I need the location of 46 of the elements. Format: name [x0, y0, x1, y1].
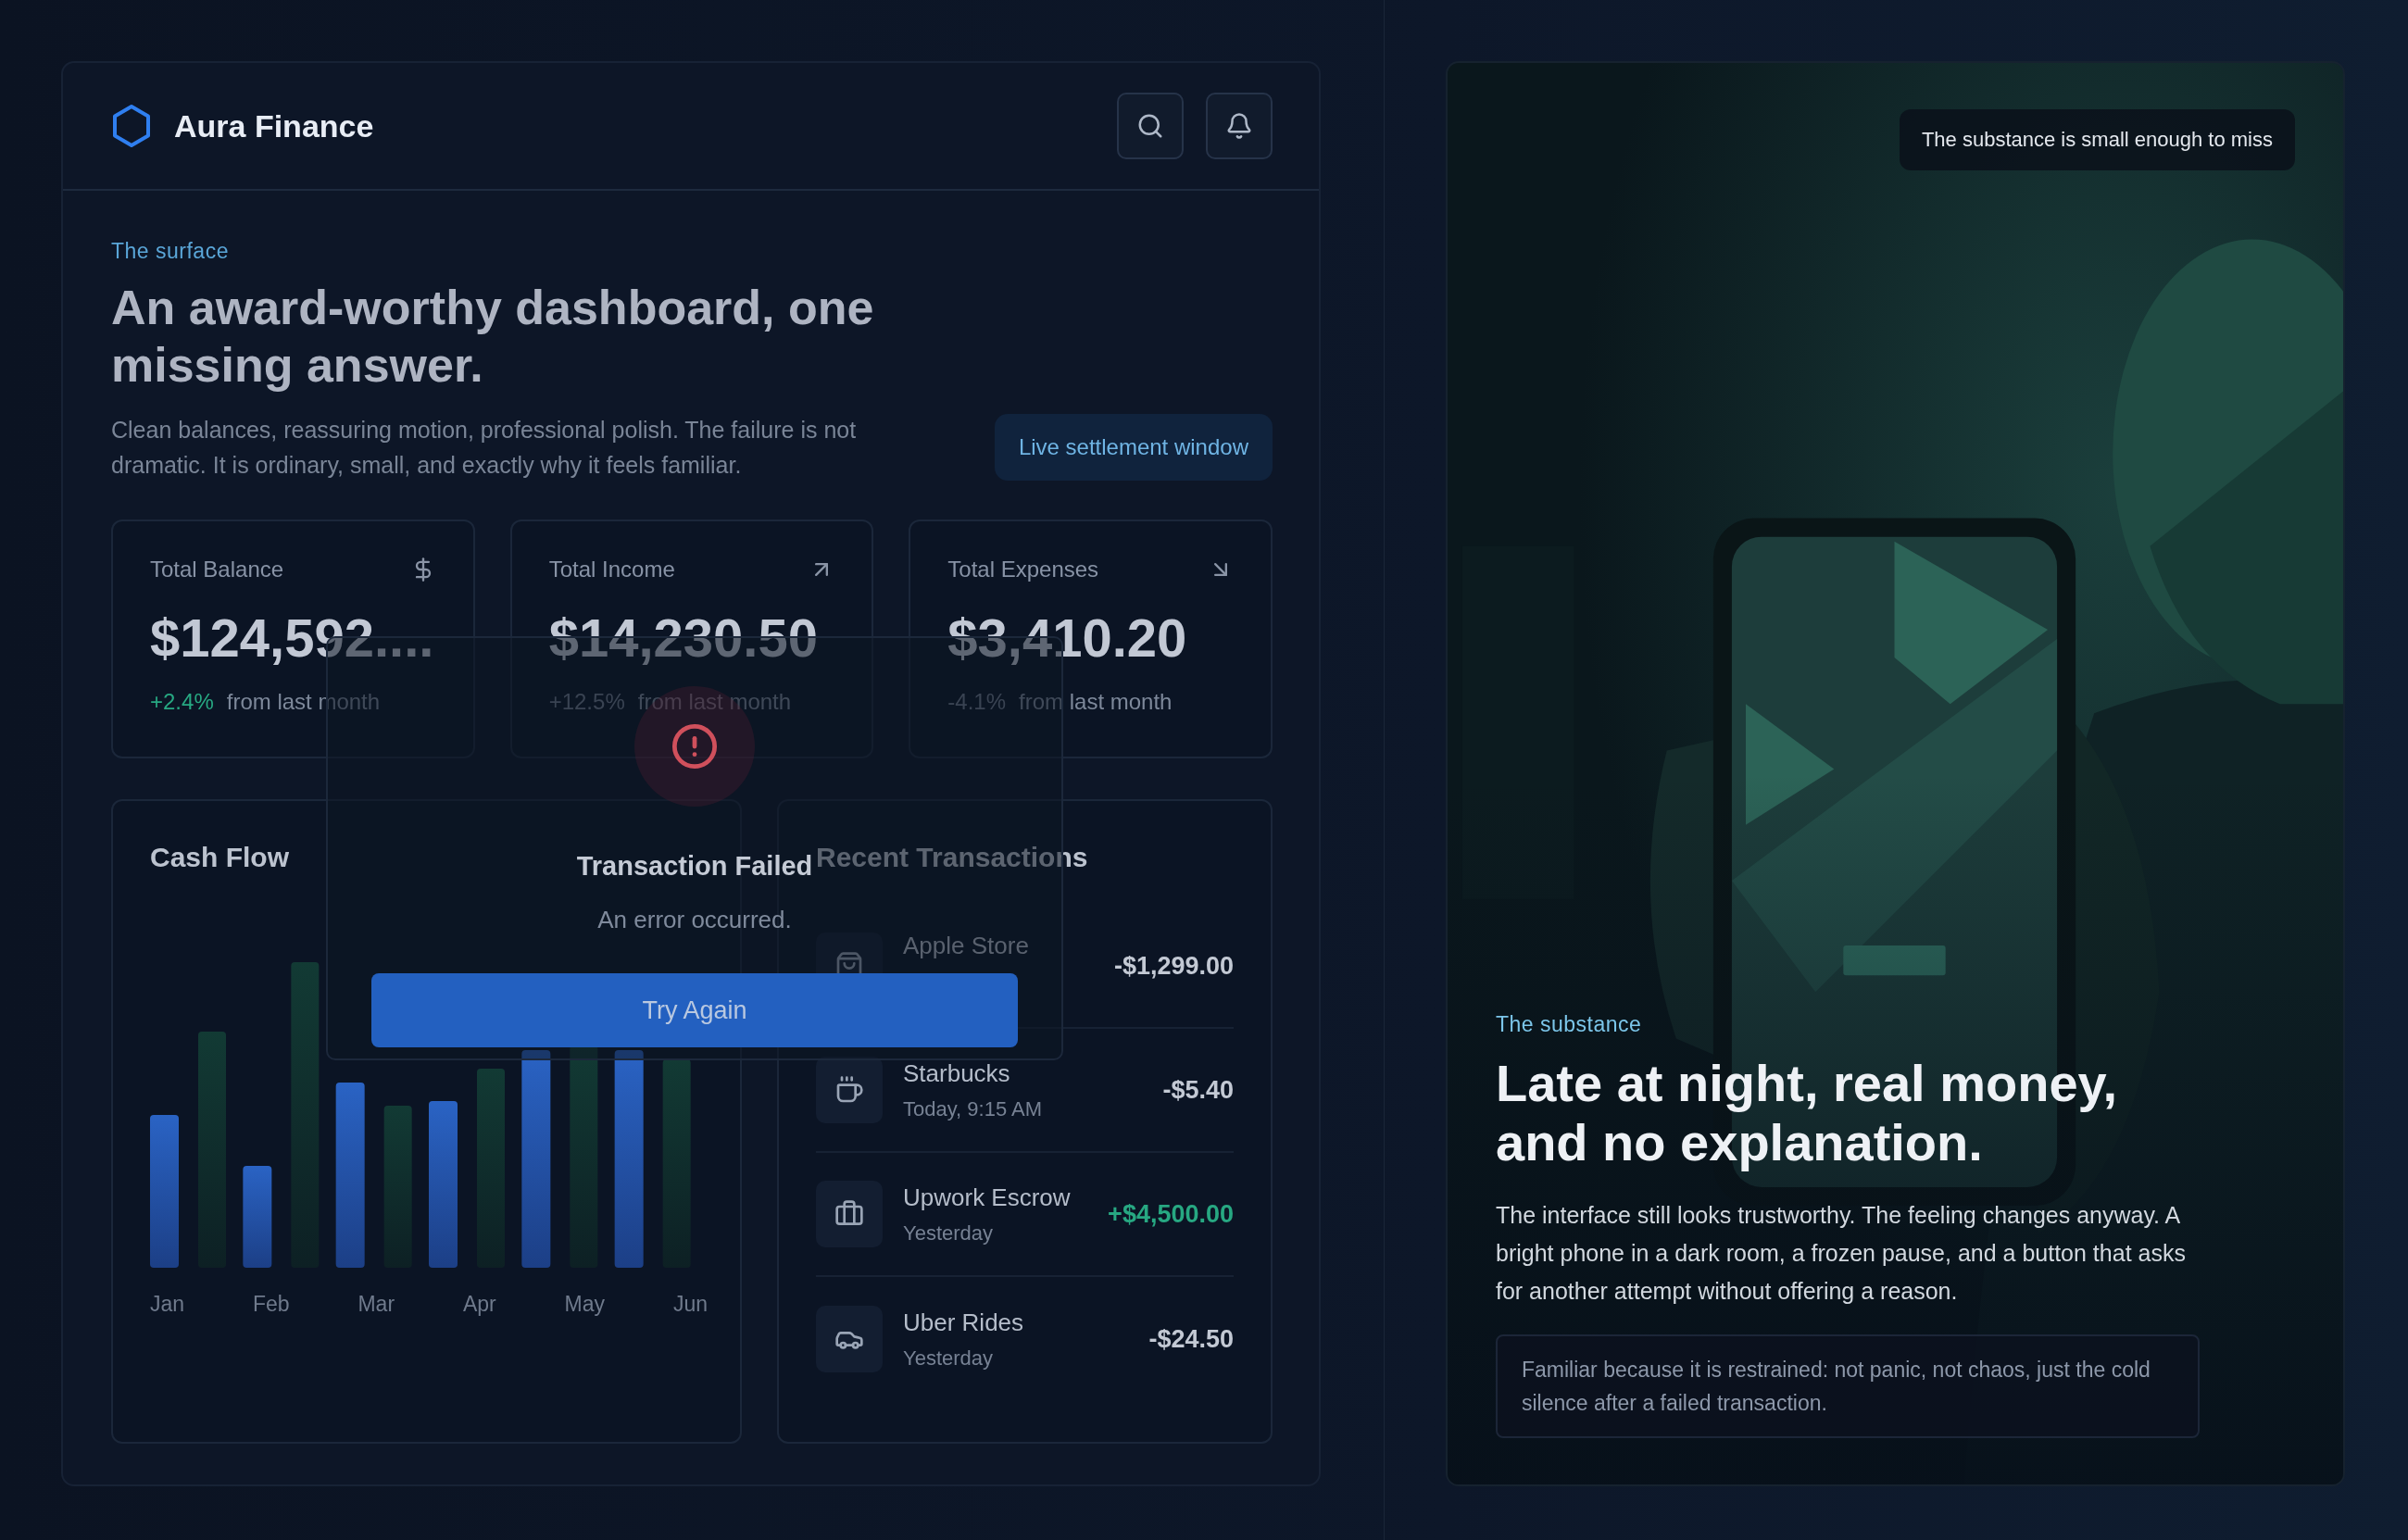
month-label: Feb: [252, 1292, 290, 1317]
transaction-time: Yesterday: [903, 1221, 994, 1246]
stat-label: Total Expenses: [947, 557, 1099, 582]
section-heading: An award-worthy dashboard, one missing answer.: [111, 280, 875, 394]
dialog-title: Transaction Failed: [576, 851, 813, 882]
card-title: Recent Transactions: [816, 842, 1088, 873]
month-label: May: [564, 1292, 606, 1317]
story-heading: Late at night, real money, and no explanation.: [1496, 1054, 2119, 1172]
month-label: Apr: [462, 1292, 496, 1317]
stat-value: $14,230.50: [548, 607, 819, 669]
coffee-cup-icon: [834, 1075, 864, 1105]
transaction-amount: -$5.40: [1162, 1075, 1234, 1105]
month-label: Mar: [357, 1292, 395, 1317]
month-label: Jun: [672, 1292, 708, 1317]
search-icon: [1136, 112, 1164, 140]
search-button[interactable]: [1117, 93, 1184, 159]
transaction-name: Apple Store: [903, 931, 1029, 960]
story-quote: Familiar because it is restrained: not panic, not chaos, just the cold silence after a failed transaction.: [1496, 1334, 2200, 1438]
stat-label: Total Balance: [150, 557, 284, 582]
story-description: The interface still looks trustworthy. The feeling changes anyway. A bright phone in a dark room, a frozen pause, and a button that asks for another attempt without offering a reason.: [1496, 1201, 2187, 1306]
hexagon-logo-icon: [111, 104, 152, 148]
bell-icon: [1225, 112, 1253, 140]
transaction-amount: +$4,500.00: [1108, 1199, 1234, 1229]
stat-value: $124,592....: [150, 607, 435, 669]
card-title: Cash Flow: [150, 842, 289, 873]
transaction-amount: -$1,299.00: [1113, 951, 1234, 981]
transaction-name: Uber Rides: [903, 1308, 1024, 1337]
transaction-name: Starbucks: [903, 1058, 1010, 1088]
brand-name: Aura Finance: [174, 107, 375, 144]
stat-note: from last month: [226, 689, 381, 715]
transaction-time: Today, 9:15 AM: [903, 1096, 1042, 1121]
stat-change: +2.4%: [150, 689, 214, 715]
section-eyebrow: The substance: [1496, 1012, 1642, 1037]
section-description: Clean balances, reassuring motion, professional polish. The failure is not dramatic. It is ordinary, small, and exactly why it feels familiar.: [111, 416, 858, 480]
transaction-name: Upwork Escrow: [903, 1183, 1071, 1212]
caption-tag: The substance is small enough to miss: [1899, 109, 2295, 170]
section-eyebrow: The surface: [111, 239, 229, 264]
transaction-amount: -$24.50: [1148, 1324, 1234, 1354]
stat-label: Total Income: [548, 557, 675, 582]
month-label: Jan: [150, 1292, 185, 1317]
notifications-button[interactable]: [1206, 93, 1273, 159]
stat-value: $3,410.20: [947, 607, 1188, 669]
transaction-time: Yesterday: [903, 1346, 994, 1371]
status-pill: Live settlement window: [994, 414, 1273, 481]
try-again-button[interactable]: Try Again: [371, 973, 1018, 1047]
dialog-message: An error occurred.: [597, 906, 792, 934]
